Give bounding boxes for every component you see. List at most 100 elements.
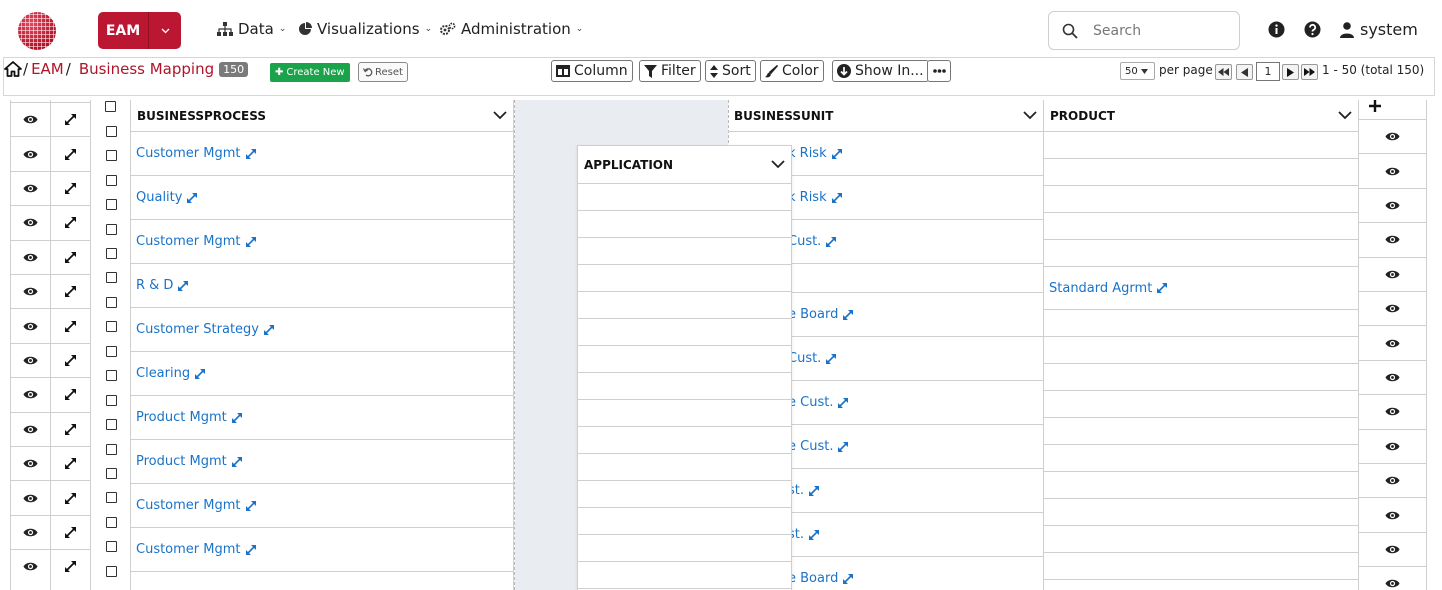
businessprocess-link[interactable]: Customer Mgmt bbox=[136, 498, 241, 513]
application-cell[interactable] bbox=[578, 345, 791, 372]
column-application-dragging[interactable]: APPLICATION bbox=[577, 145, 792, 590]
user-menu[interactable]: system bbox=[1340, 20, 1418, 39]
row-expand-cell[interactable] bbox=[51, 514, 90, 549]
businessprocess-cell[interactable]: Customer Mgmt bbox=[131, 219, 513, 263]
open-link-icon[interactable] bbox=[837, 441, 849, 453]
row-view-cell[interactable] bbox=[11, 136, 50, 170]
eye-icon[interactable] bbox=[1385, 131, 1400, 142]
row-checkbox[interactable] bbox=[105, 174, 117, 186]
eam-label[interactable]: EAM bbox=[98, 12, 148, 49]
businessprocess-cell[interactable]: Product Mgmt bbox=[131, 395, 513, 439]
row-view-cell[interactable] bbox=[1359, 119, 1426, 153]
menu-visualizations-label[interactable]: Visualizations bbox=[317, 20, 420, 38]
prev-page-button[interactable] bbox=[1236, 64, 1253, 80]
expand-icon[interactable] bbox=[64, 457, 77, 470]
row-view-cell[interactable] bbox=[11, 514, 50, 549]
row-view-cell[interactable] bbox=[1359, 187, 1426, 222]
chevron-down-icon[interactable] bbox=[771, 160, 785, 169]
row-expand-cell[interactable] bbox=[51, 411, 90, 446]
search-input[interactable] bbox=[1093, 20, 1233, 42]
row-view-cell[interactable] bbox=[11, 170, 50, 205]
row-view-cell[interactable] bbox=[1359, 256, 1426, 291]
row-select-cell[interactable] bbox=[91, 119, 131, 143]
eye-icon[interactable] bbox=[23, 561, 38, 572]
application-cell[interactable] bbox=[578, 480, 791, 507]
row-checkbox[interactable] bbox=[105, 199, 117, 211]
product-cell[interactable] bbox=[1044, 212, 1358, 239]
row-checkbox[interactable] bbox=[105, 492, 117, 504]
open-link-icon[interactable] bbox=[842, 309, 854, 321]
row-checkbox[interactable] bbox=[105, 247, 117, 259]
product-cell[interactable] bbox=[1044, 417, 1358, 444]
businessprocess-link[interactable]: Customer Strategy bbox=[136, 322, 259, 337]
businessprocess-link[interactable]: Quality bbox=[136, 190, 182, 205]
expand-icon[interactable] bbox=[64, 216, 77, 229]
app-logo[interactable] bbox=[18, 12, 56, 50]
row-view-cell[interactable] bbox=[11, 480, 50, 514]
row-expand-cell[interactable] bbox=[51, 480, 90, 514]
expand-icon[interactable] bbox=[64, 388, 77, 401]
row-checkbox[interactable] bbox=[105, 223, 117, 235]
product-cell[interactable] bbox=[1044, 552, 1358, 579]
application-cell[interactable] bbox=[578, 399, 791, 426]
row-view-cell[interactable] bbox=[1359, 359, 1426, 394]
businessprocess-link[interactable]: Customer Mgmt bbox=[136, 234, 241, 249]
open-link-icon[interactable] bbox=[194, 368, 206, 380]
eye-icon[interactable] bbox=[1385, 578, 1400, 589]
application-cell[interactable] bbox=[578, 534, 791, 561]
application-cell[interactable] bbox=[578, 183, 791, 210]
open-link-icon[interactable] bbox=[825, 353, 837, 365]
row-view-cell[interactable] bbox=[11, 274, 50, 308]
application-cell[interactable] bbox=[578, 210, 791, 237]
eye-icon[interactable] bbox=[23, 183, 38, 194]
businessunit-link[interactable]: k Risk bbox=[788, 146, 827, 161]
eam-app-switcher[interactable]: EAM bbox=[98, 12, 181, 49]
row-view-cell[interactable] bbox=[11, 102, 50, 136]
last-page-button[interactable] bbox=[1301, 64, 1318, 80]
row-view-cell[interactable] bbox=[11, 308, 50, 342]
row-view-cell[interactable] bbox=[1359, 291, 1426, 325]
open-link-icon[interactable] bbox=[1156, 282, 1168, 294]
businessprocess-cell[interactable]: Customer Mgmt bbox=[131, 527, 513, 571]
businessprocess-cell[interactable]: Clearing bbox=[131, 351, 513, 395]
row-select-cell[interactable] bbox=[91, 364, 131, 388]
row-select-cell[interactable] bbox=[91, 339, 131, 363]
open-link-icon[interactable] bbox=[808, 485, 820, 497]
row-select-cell[interactable] bbox=[91, 143, 131, 167]
businessprocess-cell[interactable] bbox=[131, 571, 513, 590]
open-link-icon[interactable] bbox=[186, 192, 198, 204]
eye-icon[interactable] bbox=[23, 458, 38, 469]
row-view-cell[interactable] bbox=[1359, 566, 1426, 590]
open-link-icon[interactable] bbox=[231, 412, 243, 424]
expand-icon[interactable] bbox=[64, 251, 77, 264]
menu-data[interactable]: Data ⌄ bbox=[217, 20, 286, 38]
row-select-cell[interactable] bbox=[91, 388, 131, 412]
row-view-cell[interactable] bbox=[1359, 463, 1426, 497]
eye-icon[interactable] bbox=[23, 149, 38, 160]
eye-icon[interactable] bbox=[1385, 544, 1400, 555]
row-view-cell[interactable] bbox=[11, 549, 50, 583]
select-all-checkbox[interactable] bbox=[105, 101, 116, 112]
row-view-cell[interactable] bbox=[11, 239, 50, 274]
businessprocess-cell[interactable]: Customer Strategy bbox=[131, 307, 513, 351]
chevron-down-icon[interactable] bbox=[493, 111, 507, 120]
row-view-cell[interactable] bbox=[1359, 325, 1426, 359]
expand-icon[interactable] bbox=[64, 492, 77, 505]
product-cell[interactable] bbox=[1044, 444, 1358, 471]
eye-icon[interactable] bbox=[1385, 406, 1400, 417]
businessunit-link[interactable]: e Board bbox=[788, 307, 838, 322]
eye-icon[interactable] bbox=[23, 493, 38, 504]
row-checkbox[interactable] bbox=[105, 419, 117, 431]
row-view-cell[interactable] bbox=[11, 342, 50, 377]
row-select-cell[interactable] bbox=[91, 559, 131, 583]
businessprocess-cell[interactable]: Product Mgmt bbox=[131, 439, 513, 483]
more-options-button[interactable] bbox=[927, 60, 951, 82]
first-page-button[interactable] bbox=[1215, 64, 1232, 80]
businessunit-link[interactable]: k Risk bbox=[788, 190, 827, 205]
row-expand-cell[interactable] bbox=[51, 239, 90, 274]
create-new-button[interactable]: ✚ Create New bbox=[270, 63, 350, 82]
eye-icon[interactable] bbox=[23, 286, 38, 297]
row-select-cell[interactable] bbox=[91, 192, 131, 216]
chevron-down-icon[interactable] bbox=[1023, 111, 1037, 120]
row-checkbox[interactable] bbox=[105, 443, 117, 455]
